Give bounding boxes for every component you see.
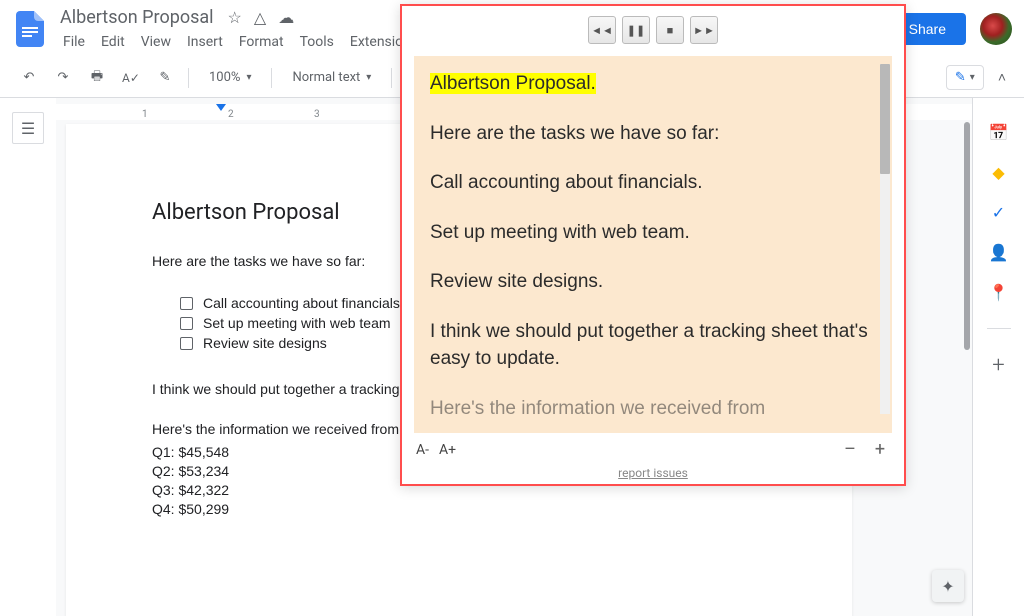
pause-icon: ❚❚ bbox=[627, 24, 645, 37]
redo-icon[interactable]: ↷ bbox=[52, 67, 74, 89]
menu-tools[interactable]: Tools bbox=[293, 32, 341, 52]
spellcheck-icon[interactable]: A✓ bbox=[120, 67, 142, 89]
menu-edit[interactable]: Edit bbox=[94, 32, 132, 52]
editing-mode-dropdown[interactable]: ✎ ▾ bbox=[946, 65, 984, 90]
caret-down-icon: ▾ bbox=[246, 72, 251, 83]
explore-button[interactable]: ✦ bbox=[932, 570, 964, 602]
calendar-icon[interactable]: 📅 bbox=[989, 122, 1009, 142]
toolbar-separator bbox=[188, 68, 189, 88]
document-title[interactable]: Albertson Proposal bbox=[56, 5, 218, 30]
report-issues-link[interactable]: report issues bbox=[402, 466, 904, 484]
ruler-tick: 2 bbox=[228, 109, 314, 120]
reader-footer: A- A+ – + bbox=[402, 433, 904, 466]
paint-format-icon[interactable]: ✎ bbox=[154, 67, 176, 89]
collapse-toolbar-icon[interactable]: ˄ bbox=[998, 69, 1006, 86]
reader-scrollbar-thumb[interactable] bbox=[880, 64, 890, 174]
menu-file[interactable]: File bbox=[56, 32, 92, 52]
stop-button[interactable]: ■ bbox=[656, 16, 684, 44]
increase-font-button[interactable]: A+ bbox=[439, 442, 456, 458]
move-icon[interactable]: △ bbox=[254, 8, 266, 27]
previous-button[interactable]: ◄◄ bbox=[588, 16, 616, 44]
check-label: Call accounting about financials bbox=[203, 295, 400, 311]
cloud-status-icon[interactable]: ☁ bbox=[278, 8, 294, 27]
zoom-dropdown[interactable]: 100% ▾ bbox=[201, 66, 259, 89]
menu-insert[interactable]: Insert bbox=[180, 32, 230, 52]
account-avatar[interactable] bbox=[980, 13, 1012, 45]
zoom-in-button[interactable]: + bbox=[870, 439, 890, 460]
keep-icon[interactable]: ◆ bbox=[989, 162, 1009, 182]
star-icon[interactable]: ☆ bbox=[228, 8, 242, 27]
check-label: Set up meeting with web team bbox=[203, 315, 391, 331]
outline-panel: ☰ bbox=[0, 98, 56, 616]
undo-icon[interactable]: ↶ bbox=[18, 67, 40, 89]
get-addons-icon[interactable]: + bbox=[989, 355, 1009, 375]
menu-view[interactable]: View bbox=[134, 32, 178, 52]
outline-icon: ☰ bbox=[21, 119, 35, 138]
next-button[interactable]: ►► bbox=[690, 16, 718, 44]
tasks-icon[interactable]: ✓ bbox=[989, 202, 1009, 222]
screen-reader-overlay: ◄◄ ❚❚ ■ ►► Albertson Proposal. Here are … bbox=[400, 4, 906, 486]
checkbox-icon[interactable] bbox=[180, 317, 193, 330]
show-outline-button[interactable]: ☰ bbox=[12, 112, 44, 144]
zoom-out-button[interactable]: – bbox=[840, 439, 860, 460]
maps-icon[interactable]: 📍 bbox=[989, 282, 1009, 302]
reader-highlighted-line: Albertson Proposal. bbox=[430, 73, 596, 94]
toolbar-separator bbox=[271, 68, 272, 88]
reader-line: Here's the information we received from bbox=[430, 395, 876, 423]
check-label: Review site designs bbox=[203, 335, 327, 351]
ruler-tick: 3 bbox=[314, 109, 400, 120]
paragraph-style-dropdown[interactable]: Normal text ▾ bbox=[284, 66, 379, 89]
next-icon: ►► bbox=[693, 24, 715, 37]
caret-down-icon: ▾ bbox=[366, 72, 371, 83]
decrease-font-button[interactable]: A- bbox=[416, 442, 429, 458]
pause-button[interactable]: ❚❚ bbox=[622, 16, 650, 44]
menu-format[interactable]: Format bbox=[232, 32, 291, 52]
reader-line: Review site designs. bbox=[430, 268, 876, 296]
contacts-icon[interactable]: 👤 bbox=[989, 242, 1009, 262]
stop-icon: ■ bbox=[667, 24, 674, 37]
side-panel-divider bbox=[987, 328, 1011, 329]
reader-text-area[interactable]: Albertson Proposal. Here are the tasks w… bbox=[414, 56, 892, 433]
caret-down-icon: ▾ bbox=[970, 72, 975, 83]
reader-line: Here are the tasks we have so far: bbox=[430, 120, 876, 148]
doc-line[interactable]: Q4: $50,299 bbox=[152, 500, 766, 519]
style-value: Normal text bbox=[292, 70, 360, 85]
reader-line: Set up meeting with web team. bbox=[430, 219, 876, 247]
reader-controls: ◄◄ ❚❚ ■ ►► bbox=[402, 6, 904, 56]
explore-icon: ✦ bbox=[941, 577, 954, 596]
pencil-icon: ✎ bbox=[955, 70, 966, 85]
checkbox-icon[interactable] bbox=[180, 337, 193, 350]
print-icon[interactable]: 🖶 bbox=[86, 67, 108, 89]
indent-marker-icon[interactable] bbox=[216, 104, 226, 111]
toolbar-separator bbox=[391, 68, 392, 88]
reader-line: Call accounting about financials. bbox=[430, 169, 876, 197]
checkbox-icon[interactable] bbox=[180, 297, 193, 310]
side-panel: 📅 ◆ ✓ 👤 📍 + bbox=[972, 98, 1024, 616]
vertical-scrollbar-thumb[interactable] bbox=[964, 122, 970, 350]
zoom-value: 100% bbox=[209, 70, 240, 85]
reader-line: I think we should put together a trackin… bbox=[430, 318, 876, 373]
previous-icon: ◄◄ bbox=[591, 24, 613, 37]
docs-logo[interactable] bbox=[12, 11, 48, 47]
